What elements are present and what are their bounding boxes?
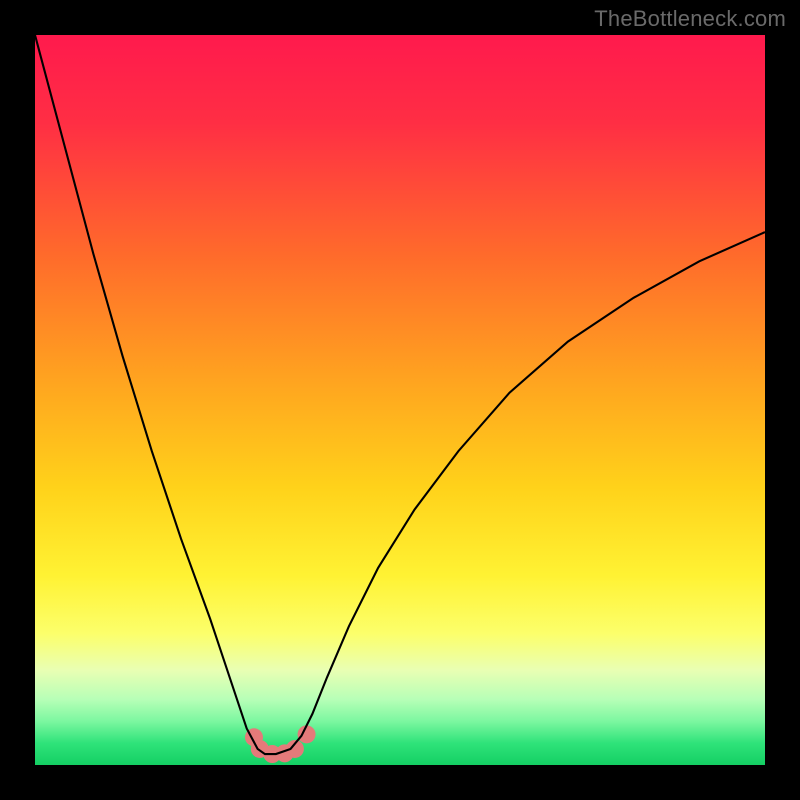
chart-frame: TheBottleneck.com: [0, 0, 800, 800]
highlight-dot: [298, 725, 316, 743]
watermark-text: TheBottleneck.com: [594, 6, 786, 32]
gradient-background: [35, 35, 765, 765]
plot-area: [35, 35, 765, 765]
plot-svg: [35, 35, 765, 765]
